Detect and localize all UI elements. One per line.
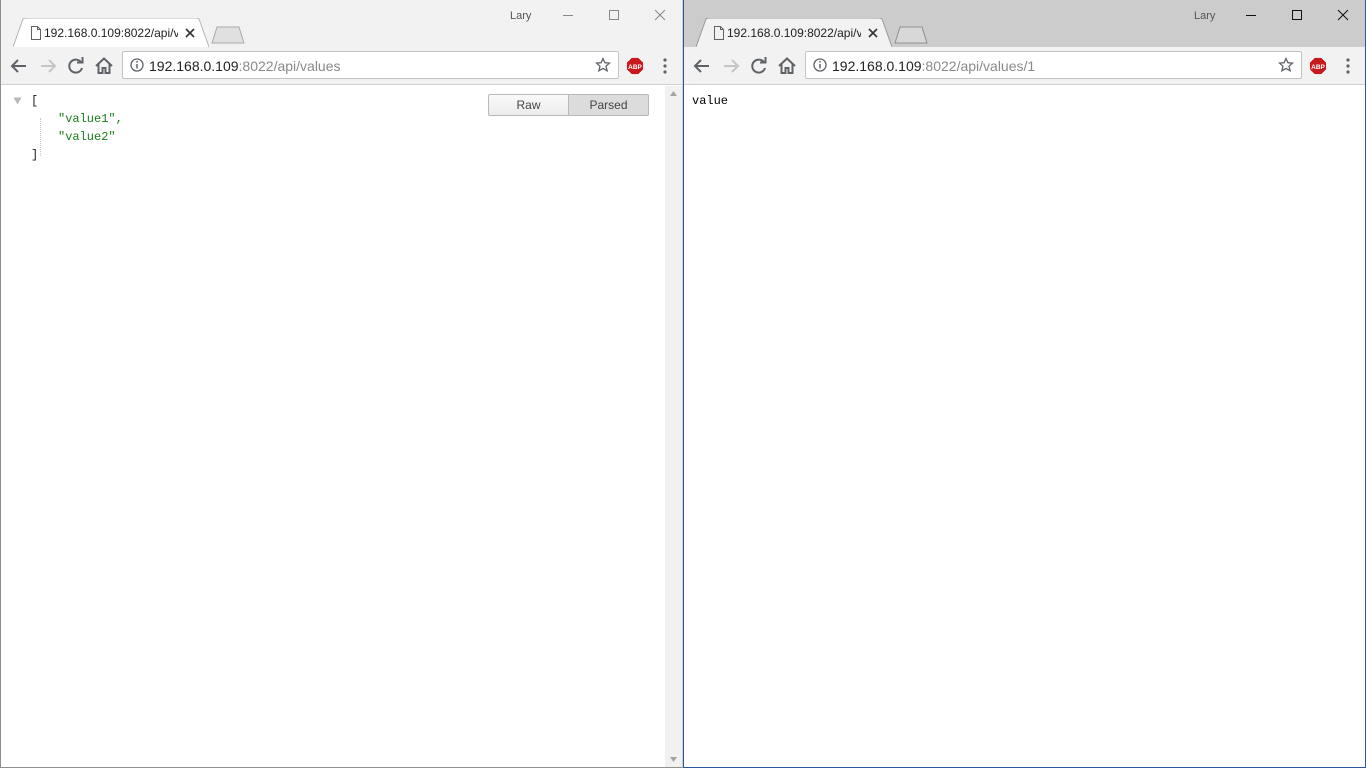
- new-tab-button[interactable]: [893, 26, 929, 44]
- adblock-plus-icon[interactable]: ABP: [1309, 57, 1327, 75]
- profile-name[interactable]: Lary: [1194, 10, 1215, 22]
- bookmark-star-icon[interactable]: [1278, 57, 1294, 73]
- active-tab[interactable]: 192.168.0.109:8022/api/v: [13, 18, 209, 47]
- tab-title: 192.168.0.109:8022/api/v: [727, 26, 861, 40]
- browser-toolbar: 192.168.0.109:8022/api/values/1 ABP: [684, 47, 1365, 85]
- reload-icon[interactable]: [66, 56, 86, 76]
- url-host: 192.168.0.109: [832, 58, 922, 74]
- vertical-scrollbar[interactable]: [665, 86, 682, 767]
- active-tab[interactable]: 192.168.0.109:8022/api/v: [696, 18, 892, 47]
- home-icon[interactable]: [94, 56, 114, 76]
- json-viewer: [ "value1", "value2" ]: [13, 92, 123, 164]
- minimize-icon: [563, 15, 573, 16]
- maximize-icon: [1292, 10, 1302, 20]
- forward-arrow-icon[interactable]: [721, 56, 741, 76]
- close-icon: [1337, 9, 1349, 21]
- minimize-icon: [1246, 15, 1256, 16]
- url-text: 192.168.0.109:8022/api/values/1: [832, 58, 1035, 74]
- adblock-plus-icon[interactable]: ABP: [626, 57, 644, 75]
- bookmark-star-icon[interactable]: [595, 57, 611, 73]
- maximize-button[interactable]: [591, 4, 637, 26]
- page-icon: [714, 26, 724, 40]
- url-host: 192.168.0.109: [149, 58, 239, 74]
- raw-button[interactable]: Raw: [488, 94, 569, 116]
- browser-window-right: 192.168.0.109:8022/api/v Lary 192.168.0.…: [683, 0, 1366, 768]
- new-tab-button[interactable]: [210, 26, 246, 44]
- close-window-button[interactable]: [1320, 4, 1365, 26]
- json-item: "value2": [58, 130, 116, 144]
- svg-text:ABP: ABP: [1311, 64, 1325, 71]
- page-content: value: [684, 86, 1365, 767]
- menu-dots-icon[interactable]: [1345, 57, 1351, 75]
- browser-window-left: 192.168.0.109:8022/api/v Lary 192.168.0.…: [0, 0, 683, 768]
- address-bar[interactable]: 192.168.0.109:8022/api/values: [122, 51, 619, 79]
- forward-arrow-icon[interactable]: [38, 56, 58, 76]
- json-close-bracket: ]: [31, 148, 39, 162]
- home-icon[interactable]: [777, 56, 797, 76]
- maximize-button[interactable]: [1274, 4, 1320, 26]
- response-body-text: value: [692, 94, 729, 108]
- maximize-icon: [609, 10, 619, 20]
- title-bar: 192.168.0.109:8022/api/v Lary: [1, 0, 682, 47]
- close-icon[interactable]: [866, 26, 880, 40]
- page-content: [ "value1", "value2" ] Raw Parsed: [1, 86, 682, 767]
- info-icon[interactable]: [813, 58, 827, 72]
- address-bar[interactable]: 192.168.0.109:8022/api/values/1: [805, 51, 1302, 79]
- title-bar: 192.168.0.109:8022/api/v Lary: [684, 0, 1365, 47]
- url-path: :8022/api/values: [238, 58, 341, 74]
- minimize-button[interactable]: [545, 4, 591, 26]
- url-path: :8022/api/values/1: [921, 58, 1036, 74]
- close-icon: [654, 9, 666, 21]
- close-window-button[interactable]: [637, 4, 682, 26]
- json-item: "value1",: [58, 112, 123, 126]
- minimize-button[interactable]: [1228, 4, 1274, 26]
- svg-text:ABP: ABP: [628, 64, 642, 71]
- back-arrow-icon[interactable]: [692, 56, 712, 76]
- scroll-down-arrow-icon[interactable]: [670, 757, 677, 762]
- url-text: 192.168.0.109:8022/api/values: [149, 58, 341, 74]
- info-icon[interactable]: [130, 58, 144, 72]
- profile-name[interactable]: Lary: [510, 10, 531, 22]
- browser-toolbar: 192.168.0.109:8022/api/values ABP: [1, 47, 682, 85]
- close-icon[interactable]: [183, 26, 197, 40]
- parsed-button[interactable]: Parsed: [568, 94, 649, 116]
- json-open-bracket: [: [31, 94, 39, 108]
- scroll-up-arrow-icon[interactable]: [670, 91, 677, 96]
- reload-icon[interactable]: [749, 56, 769, 76]
- menu-dots-icon[interactable]: [662, 57, 668, 75]
- page-icon: [31, 26, 41, 40]
- back-arrow-icon[interactable]: [9, 56, 29, 76]
- tab-title: 192.168.0.109:8022/api/v: [44, 26, 178, 40]
